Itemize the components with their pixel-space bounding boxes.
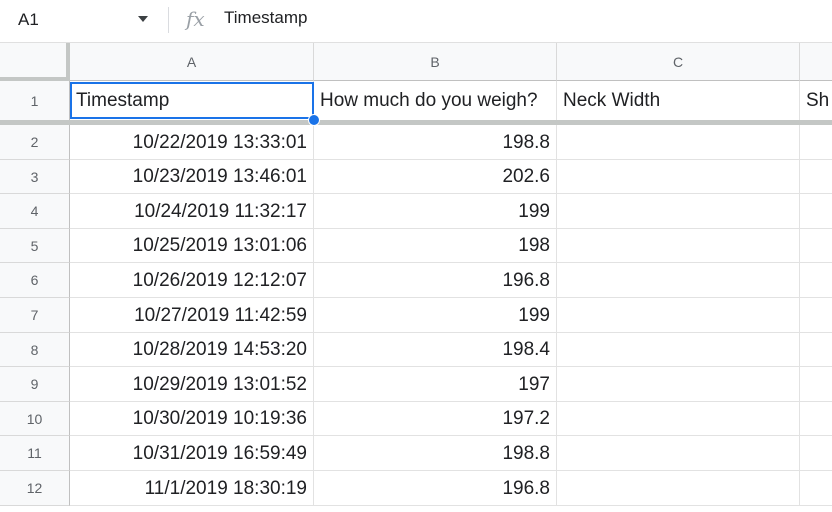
cell-d[interactable] xyxy=(800,125,832,160)
cell-weight[interactable]: 196.8 xyxy=(314,263,557,298)
cell-d[interactable] xyxy=(800,298,832,333)
cell-timestamp[interactable]: 10/23/2019 13:46:01 xyxy=(70,160,314,194)
cell-neck-width[interactable] xyxy=(557,263,800,298)
cell-timestamp[interactable]: 10/31/2019 16:59:49 xyxy=(70,436,314,471)
cell-neck-width[interactable] xyxy=(557,367,800,402)
cell-d1[interactable]: Sh xyxy=(800,81,832,121)
cell-weight[interactable]: 198.8 xyxy=(314,436,557,471)
row-header[interactable]: 6 xyxy=(0,263,70,298)
chevron-down-icon[interactable] xyxy=(136,12,150,26)
cell-timestamp[interactable]: 10/22/2019 13:33:01 xyxy=(70,125,314,160)
cell-timestamp[interactable]: 10/30/2019 10:19:36 xyxy=(70,402,314,436)
cell-d[interactable] xyxy=(800,471,832,506)
column-header-a[interactable]: A xyxy=(70,43,314,81)
cell-d[interactable] xyxy=(800,194,832,229)
cell-neck-width[interactable] xyxy=(557,436,800,471)
cell-timestamp[interactable]: 10/28/2019 14:53:20 xyxy=(70,333,314,367)
cell-d[interactable] xyxy=(800,402,832,436)
row-header[interactable]: 1 xyxy=(0,81,70,121)
row-header[interactable]: 12 xyxy=(0,471,70,506)
cell-d[interactable] xyxy=(800,263,832,298)
cell-neck-width[interactable] xyxy=(557,194,800,229)
cell-weight[interactable]: 198 xyxy=(314,229,557,263)
name-box-value: A1 xyxy=(18,10,39,29)
row-header[interactable]: 9 xyxy=(0,367,70,402)
row-header[interactable]: 3 xyxy=(0,160,70,194)
cell-timestamp[interactable]: 10/24/2019 11:32:17 xyxy=(70,194,314,229)
cell-d[interactable] xyxy=(800,436,832,471)
cell-d[interactable] xyxy=(800,367,832,402)
row-header[interactable]: 4 xyxy=(0,194,70,229)
column-header-b[interactable]: B xyxy=(314,43,557,81)
cell-weight[interactable]: 198.4 xyxy=(314,333,557,367)
formula-bar: A1 fx Timestamp xyxy=(0,0,832,43)
cell-a1[interactable]: Timestamp xyxy=(70,81,314,121)
cell-timestamp[interactable]: 11/1/2019 18:30:19 xyxy=(70,471,314,506)
cell-timestamp[interactable]: 10/29/2019 13:01:52 xyxy=(70,367,314,402)
cell-timestamp[interactable]: 10/27/2019 11:42:59 xyxy=(70,298,314,333)
cell-weight[interactable]: 199 xyxy=(314,194,557,229)
cell-weight[interactable]: 196.8 xyxy=(314,471,557,506)
name-box[interactable]: A1 xyxy=(0,0,160,42)
row-header[interactable]: 7 xyxy=(0,298,70,333)
fill-handle[interactable] xyxy=(308,114,320,126)
cell-weight[interactable]: 197 xyxy=(314,367,557,402)
column-header-c[interactable]: C xyxy=(557,43,800,81)
cell-d[interactable] xyxy=(800,333,832,367)
select-all-corner[interactable] xyxy=(0,43,70,81)
cell-neck-width[interactable] xyxy=(557,160,800,194)
fx-icon: fx xyxy=(186,7,205,31)
formula-input[interactable]: Timestamp xyxy=(224,8,307,28)
spreadsheet-grid: A B C 1 Timestamp How much do you weigh?… xyxy=(0,43,832,512)
cell-neck-width[interactable] xyxy=(557,229,800,263)
cell-weight[interactable]: 197.2 xyxy=(314,402,557,436)
cell-neck-width[interactable] xyxy=(557,125,800,160)
cell-c1[interactable]: Neck Width xyxy=(557,81,800,121)
cell-weight[interactable]: 199 xyxy=(314,298,557,333)
cell-timestamp[interactable]: 10/25/2019 13:01:06 xyxy=(70,229,314,263)
row-header[interactable]: 8 xyxy=(0,333,70,367)
row-header[interactable]: 11 xyxy=(0,436,70,471)
cell-weight[interactable]: 202.6 xyxy=(314,160,557,194)
row-header[interactable]: 2 xyxy=(0,125,70,160)
row-header[interactable]: 10 xyxy=(0,402,70,436)
formula-bar-divider xyxy=(168,7,169,33)
cell-weight[interactable]: 198.8 xyxy=(314,125,557,160)
column-header-d[interactable] xyxy=(800,43,832,81)
cell-neck-width[interactable] xyxy=(557,333,800,367)
row-header[interactable]: 5 xyxy=(0,229,70,263)
cell-timestamp[interactable]: 10/26/2019 12:12:07 xyxy=(70,263,314,298)
cell-neck-width[interactable] xyxy=(557,298,800,333)
cell-b1[interactable]: How much do you weigh? xyxy=(314,81,557,121)
cell-neck-width[interactable] xyxy=(557,471,800,506)
cell-d[interactable] xyxy=(800,160,832,194)
cell-neck-width[interactable] xyxy=(557,402,800,436)
cell-d[interactable] xyxy=(800,229,832,263)
